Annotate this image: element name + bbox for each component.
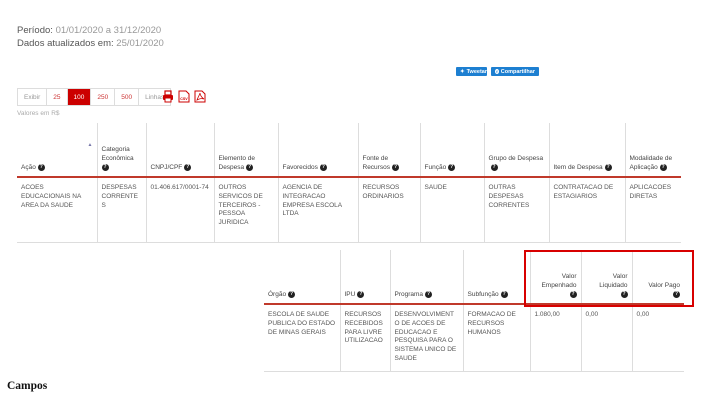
help-icon[interactable]: ? — [246, 164, 254, 172]
tweet-button[interactable]: ✦ Tweetar — [456, 67, 487, 76]
col-programa[interactable]: Programa? — [389, 250, 463, 305]
tweet-label: Tweetar — [466, 68, 487, 75]
csv-text: CSV — [180, 97, 188, 101]
pdf-icon[interactable] — [194, 90, 206, 103]
highlight-box — [524, 250, 694, 307]
help-icon[interactable]: ? — [319, 164, 327, 172]
caption-campos: Campos — [7, 380, 48, 392]
col-favorecidos[interactable]: Favorecidos? — [277, 123, 358, 178]
page-size-selector: Exibir 25 100 250 500 Linhas — [17, 88, 172, 106]
page-size-25[interactable]: 25 — [47, 89, 68, 105]
cell-ipu: RECURSOS RECEBIDOS PARA LIVRE UTILIZACAO — [339, 304, 390, 372]
cell-elemento: OUTROS SERVICOS DE TERCEIROS - PESSOA JU… — [213, 177, 278, 243]
col-ipu[interactable]: IPU? — [339, 250, 390, 305]
facebook-icon: f — [495, 69, 499, 74]
cell-funcao: SAUDE — [419, 177, 484, 243]
period-label: Período: — [17, 25, 53, 36]
table-row: ACOES EDUCACIONAIS NA AREA DA SAUDE DESP… — [17, 177, 681, 243]
help-icon[interactable]: ? — [184, 164, 192, 172]
help-icon[interactable]: ? — [425, 291, 433, 299]
help-icon[interactable]: ? — [659, 164, 667, 172]
cell-subfuncao: FORMACAO DE RECURSOS HUMANOS — [462, 304, 530, 372]
cell-programa: DESENVOLVIMENTO DE ACOES DE EDUCACAO E P… — [389, 304, 463, 372]
cell-cnpj: 01.406.617/0001-74 — [145, 177, 214, 243]
cell-acao: ACOES EDUCACIONAIS NA AREA DA SAUDE — [21, 184, 81, 209]
updated-label: Dados atualizados em: — [17, 38, 114, 49]
col-modalidade[interactable]: Modalidade de Aplicação? — [624, 123, 681, 178]
show-label: Exibir — [18, 89, 48, 105]
help-icon[interactable]: ? — [490, 164, 498, 172]
col-orgao[interactable]: Órgão? — [264, 250, 340, 305]
cell-item: CONTRATACAO DE ESTAGIARIOS — [548, 177, 625, 243]
cell-valor-liquidado: 0,00 — [580, 304, 632, 372]
page-size-250[interactable]: 250 — [91, 89, 116, 105]
sort-icon[interactable]: ▲ — [88, 142, 93, 149]
page-size-100[interactable]: 100 — [67, 89, 92, 105]
col-acao[interactable]: Ação? ▲ — [17, 123, 97, 178]
cell-fonte: RECURSOS ORDINARIOS — [357, 177, 420, 243]
cell-modalidade: APLICACOES DIRETAS — [624, 177, 681, 243]
help-icon[interactable]: ? — [391, 164, 399, 172]
updated-value: 25/01/2020 — [116, 38, 164, 49]
col-grupo[interactable]: Grupo de Despesa? — [483, 123, 549, 178]
col-elemento[interactable]: Elemento de Despesa? — [213, 123, 278, 178]
cell-grupo: OUTRAS DESPESAS CORRENTES — [483, 177, 549, 243]
cell-valor-pago: 0,00 — [631, 304, 684, 372]
values-note: Valores em R$ — [17, 110, 60, 117]
help-icon[interactable]: ? — [357, 291, 365, 299]
col-funcao[interactable]: Função? — [419, 123, 484, 178]
twitter-icon: ✦ — [460, 68, 465, 75]
updated-line: Dados atualizados em: 25/01/2020 — [17, 38, 164, 49]
expense-table-top: Ação? ▲ Categoria Econômica? CNPJ/CPF? El… — [17, 123, 681, 243]
help-icon[interactable]: ? — [604, 164, 612, 172]
table-row: ESCOLA DE SAUDE PUBLICA DO ESTADO DE MIN… — [264, 304, 684, 372]
help-icon[interactable]: ? — [448, 164, 456, 172]
cell-favorecidos: AGENCIA DE INTEGRACAO EMPRESA ESCOLA LTD… — [277, 177, 358, 243]
cell-orgao: ESCOLA DE SAUDE PUBLICA DO ESTADO DE MIN… — [268, 311, 336, 336]
csv-icon[interactable]: CSV — [178, 90, 190, 103]
help-icon[interactable]: ? — [288, 291, 296, 299]
table-header-row: Ação? ▲ Categoria Econômica? CNPJ/CPF? El… — [17, 123, 681, 178]
help-icon[interactable]: ? — [500, 291, 508, 299]
col-subfuncao[interactable]: Subfunção? — [462, 250, 530, 305]
cell-categoria: DESPESAS CORRENTES — [96, 177, 146, 243]
page-size-500[interactable]: 500 — [115, 89, 140, 105]
period-value: 01/01/2020 a 31/12/2020 — [55, 25, 162, 36]
period-line: Período: 01/01/2020 a 31/12/2020 — [17, 25, 161, 36]
share-button[interactable]: f Compartilhar — [491, 67, 539, 76]
col-cnpj[interactable]: CNPJ/CPF? — [145, 123, 214, 178]
share-label: Compartilhar — [500, 68, 535, 75]
help-icon[interactable]: ? — [101, 164, 109, 172]
cell-valor-empenhado: 1.080,00 — [529, 304, 581, 372]
help-icon[interactable]: ? — [37, 164, 45, 172]
col-fonte[interactable]: Fonte de Recursos? — [357, 123, 420, 178]
col-categoria[interactable]: Categoria Econômica? — [96, 123, 146, 178]
col-item[interactable]: Item de Despesa? — [548, 123, 625, 178]
print-icon[interactable] — [162, 90, 174, 103]
